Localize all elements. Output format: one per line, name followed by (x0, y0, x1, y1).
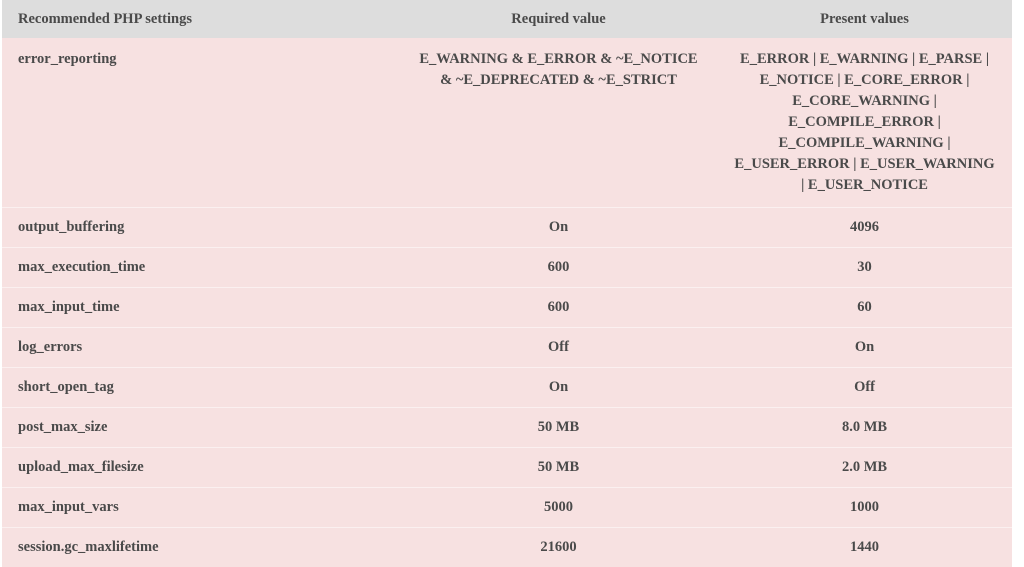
column-header-required-value: Required value (511, 11, 606, 27)
cell-required-value: 50 MB (537, 419, 580, 436)
cell-setting-name: error_reporting (18, 51, 117, 68)
table-row: output_buffering On 4096 (2, 207, 1012, 248)
cell-required-value: On (548, 379, 569, 396)
php-settings-table: Recommended PHP settings Required value … (2, 0, 1012, 567)
cell-required-value: 600 (547, 299, 570, 316)
cell-present-value: 1440 (850, 539, 880, 556)
cell-present-value: 30 (857, 259, 872, 276)
table-row: max_input_time 600 60 (2, 287, 1012, 328)
cell-setting-name: upload_max_filesize (18, 459, 144, 476)
cell-setting-name: session.gc_maxlifetime (18, 539, 159, 556)
page-container: Recommended PHP settings Required value … (0, 0, 1024, 567)
cell-required-value: 50 MB (537, 459, 580, 476)
table-body: error_reporting E_WARNING & E_ERROR & ~E_… (2, 38, 1012, 567)
table-header: Recommended PHP settings Required value … (2, 0, 1012, 39)
cell-setting-name: log_errors (18, 339, 83, 356)
table-row: max_execution_time 600 30 (2, 247, 1012, 288)
cell-required-value: E_WARNING & E_ERROR & ~E_NOTICE & ~E_DEP… (419, 51, 698, 89)
cell-present-value: 60 (857, 299, 872, 316)
table-row: session.gc_maxlifetime 21600 1440 (2, 527, 1012, 567)
cell-required-value: 21600 (540, 539, 577, 556)
cell-present-value: Off (854, 379, 875, 396)
cell-setting-name: max_execution_time (18, 259, 146, 276)
cell-present-value: 1000 (850, 499, 880, 516)
cell-setting-name: short_open_tag (18, 379, 114, 396)
table-row: post_max_size 50 MB 8.0 MB (2, 407, 1012, 448)
cell-setting-name: output_buffering (18, 219, 125, 236)
cell-required-value: Off (548, 339, 569, 356)
cell-required-value: 5000 (544, 499, 573, 516)
cell-present-value: E_ERROR | E_WARNING | E_PARSE | E_NOTICE… (734, 51, 995, 194)
table-row: short_open_tag On Off (2, 367, 1012, 408)
cell-present-value: 4096 (850, 219, 880, 236)
table-row: max_input_vars 5000 1000 (2, 487, 1012, 528)
table-header-row: Recommended PHP settings Required value … (2, 0, 1012, 39)
table-row: upload_max_filesize 50 MB 2.0 MB (2, 447, 1012, 488)
table-row: error_reporting E_WARNING & E_ERROR & ~E_… (2, 38, 1012, 208)
cell-setting-name: post_max_size (18, 419, 108, 436)
cell-present-value: On (854, 339, 875, 356)
cell-required-value: On (548, 219, 569, 236)
column-header-present-values: Present values (820, 11, 909, 27)
cell-setting-name: max_input_vars (18, 499, 119, 516)
cell-present-value: 8.0 MB (841, 419, 888, 436)
cell-setting-name: max_input_time (18, 299, 120, 316)
cell-required-value: 600 (547, 259, 570, 276)
cell-present-value: 2.0 MB (841, 459, 888, 476)
table-row: log_errors Off On (2, 327, 1012, 368)
column-header-recommended-php-settings: Recommended PHP settings (18, 11, 192, 27)
